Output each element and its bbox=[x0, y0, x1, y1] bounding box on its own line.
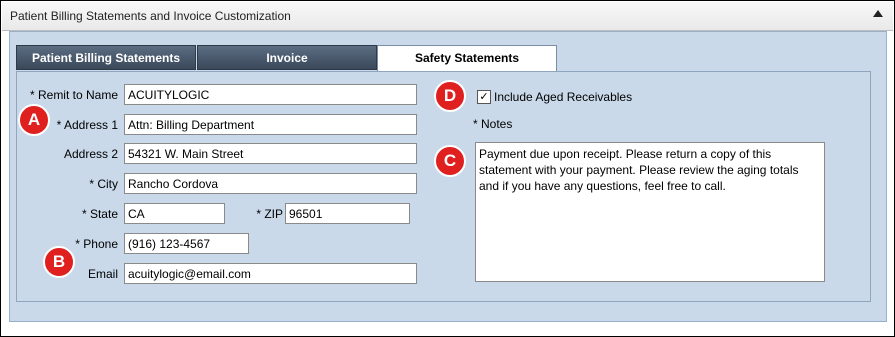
notes-label: * Notes bbox=[473, 117, 513, 131]
city-label: * City bbox=[89, 177, 118, 191]
callout-marker-d: D bbox=[434, 80, 466, 112]
callout-marker-b: B bbox=[43, 246, 75, 278]
address2-label: Address 2 bbox=[63, 147, 118, 161]
callout-marker-c: C bbox=[434, 145, 466, 177]
notes-textarea[interactable]: Payment due upon receipt. Please return … bbox=[475, 142, 825, 282]
address1-label: * Address 1 bbox=[56, 118, 118, 132]
phone-label: * Phone bbox=[75, 237, 118, 251]
email-input[interactable] bbox=[124, 263, 417, 284]
address2-input[interactable] bbox=[124, 143, 417, 164]
zip-input[interactable] bbox=[285, 203, 410, 224]
window-title: Patient Billing Statements and Invoice C… bbox=[10, 9, 291, 23]
callout-marker-a: A bbox=[18, 104, 50, 136]
state-label: * State bbox=[81, 207, 118, 221]
email-label: Email bbox=[87, 267, 118, 281]
collapse-chevron-icon[interactable] bbox=[873, 10, 883, 17]
remit-to-name-label: * Remit to Name bbox=[29, 88, 118, 102]
city-input[interactable] bbox=[124, 173, 417, 194]
address1-input[interactable] bbox=[124, 114, 417, 135]
remit-to-name-input[interactable] bbox=[124, 84, 417, 105]
tab-safety-statements[interactable]: Safety Statements bbox=[377, 45, 557, 72]
include-aged-receivables-checkbox[interactable]: ✓ bbox=[477, 90, 491, 104]
phone-input[interactable] bbox=[124, 233, 249, 254]
state-input[interactable] bbox=[124, 203, 225, 224]
include-aged-receivables-label: Include Aged Receivables bbox=[494, 90, 633, 104]
tab-invoice[interactable]: Invoice bbox=[197, 45, 377, 70]
zip-label: * ZIP bbox=[256, 207, 283, 221]
tab-patient-billing-statements[interactable]: Patient Billing Statements bbox=[16, 45, 196, 70]
title-bar: Patient Billing Statements and Invoice C… bbox=[2, 2, 893, 31]
